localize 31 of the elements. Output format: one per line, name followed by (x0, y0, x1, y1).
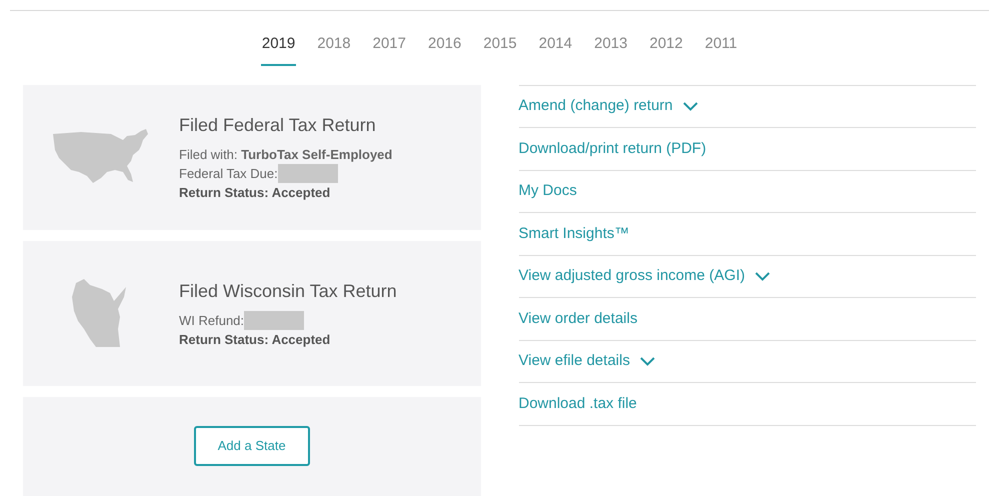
chevron-down-icon (682, 102, 698, 111)
year-tab[interactable]: 2014 (538, 33, 574, 66)
year-tab[interactable]: 2012 (648, 33, 684, 66)
year-tab[interactable]: 2016 (426, 33, 462, 66)
return-status: Return Status: Accepted (179, 184, 332, 202)
year-tab[interactable]: 2015 (482, 33, 518, 66)
return-action-link[interactable]: Amend (change) return (518, 86, 976, 128)
return-action-link[interactable]: Smart Insights™ (518, 213, 976, 256)
chevron-down-icon (755, 272, 770, 281)
add-state-button[interactable]: Add a State (194, 426, 310, 466)
usa-map-icon (51, 128, 151, 186)
return-detail: WI Refund: (179, 312, 244, 330)
return-detail: Federal Tax Due: (179, 165, 278, 183)
return-detail: Filed with: TurboTax Self-Employed (179, 146, 392, 164)
return-action-link[interactable]: View efile details (518, 340, 976, 383)
return-action-link[interactable]: Download/print return (PDF) (518, 128, 976, 170)
return-status: Return Status: Accepted (179, 330, 332, 348)
year-tab[interactable]: 2017 (372, 33, 407, 66)
return-action-link[interactable]: View order details (518, 298, 976, 340)
year-tab[interactable]: 2019 (260, 33, 296, 66)
return-action-link[interactable]: My Docs (518, 170, 976, 213)
year-tab[interactable]: 2018 (316, 33, 352, 66)
year-tab[interactable]: 2013 (593, 33, 628, 66)
redaction-bar (244, 310, 304, 330)
return-title: Filed Federal Tax Return (179, 114, 377, 137)
return-action-link[interactable]: Download .tax file (518, 383, 976, 426)
chevron-down-icon (640, 356, 655, 366)
return-title: Filed Wisconsin Tax Return (179, 280, 397, 302)
year-tab[interactable]: 2011 (704, 33, 738, 66)
redaction-bar (278, 164, 338, 183)
return-action-link[interactable]: View adjusted gross income (AGI) (518, 256, 976, 298)
